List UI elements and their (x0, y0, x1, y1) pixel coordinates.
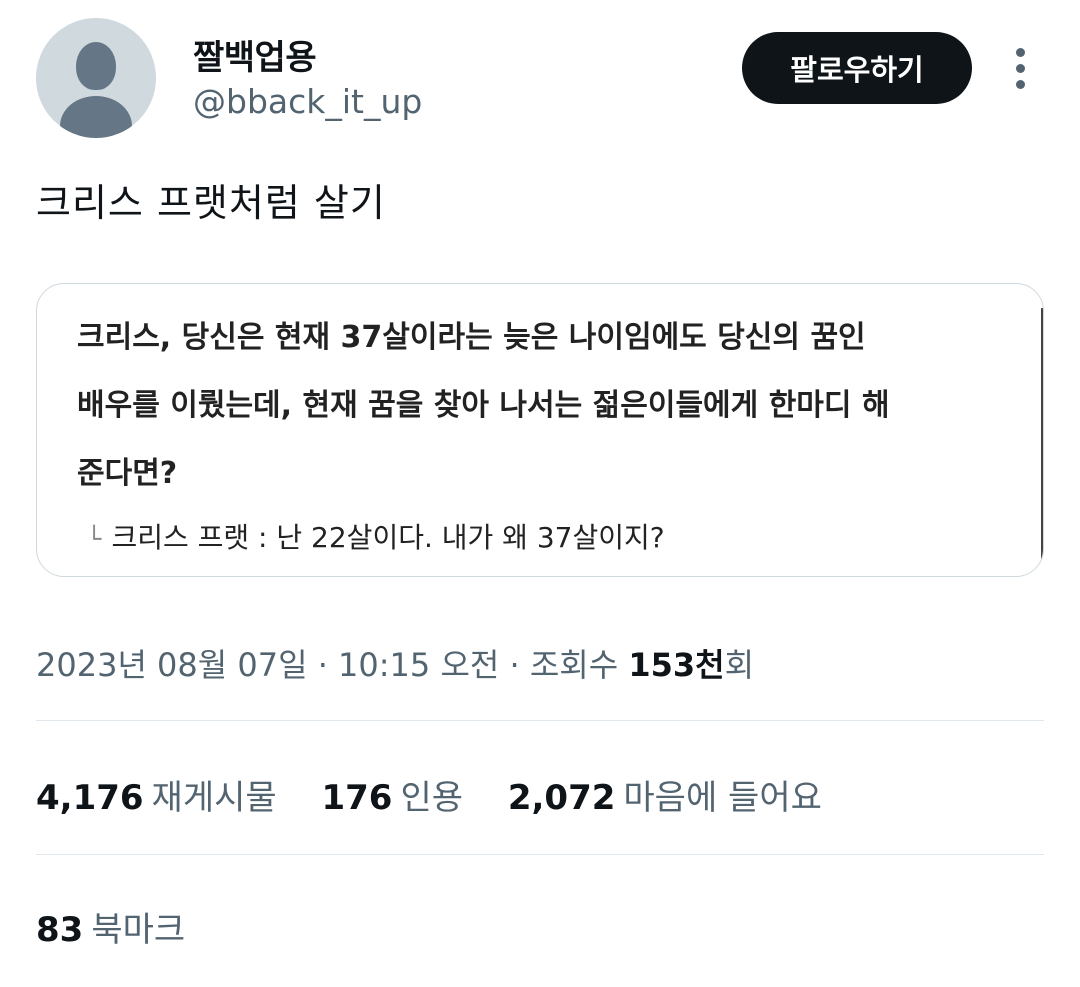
image-reply-text: 크리스 프랫 : 난 22살이다. 내가 왜 37살이지? (111, 521, 665, 554)
quotes-label: 인용 (400, 778, 464, 818)
retweets-stat[interactable]: 4,176 재게시물 (36, 770, 277, 819)
tweet-image[interactable]: 크리스, 당신은 현재 37살이라는 늦은 나이임에도 당신의 꿈인 배우를 이… (36, 283, 1044, 577)
retweets-count: 4,176 (36, 778, 144, 818)
views-count: 153천 (628, 646, 725, 684)
reply-corner-icon: └ (87, 525, 102, 553)
image-text-line: 배우를 이뤘는데, 현재 꿈을 찾아 나서는 젊은이들에게 한마디 해 (77, 388, 890, 423)
user-display-name[interactable]: 짤백업용 (193, 30, 317, 79)
tweet-meta: 2023년 08월 07일 · 10:15 오전 · 조회수 153천회 (36, 640, 754, 686)
dot (1015, 47, 1025, 57)
tweet-text: 크리스 프랫처럼 살기 (36, 181, 386, 225)
bookmarks-label: 북마크 (91, 910, 186, 950)
timestamp[interactable]: 2023년 08월 07일 · 10:15 오전 · 조회수 (36, 646, 628, 684)
engagement-stats: 4,176 재게시물 176 인용 2,072 마음에 들어요 (36, 770, 856, 819)
quotes-count: 176 (321, 778, 393, 818)
dot (1015, 63, 1025, 73)
image-edge-divider (1041, 308, 1043, 564)
likes-label: 마음에 들어요 (623, 778, 822, 818)
more-dots-icon[interactable] (1003, 44, 1037, 92)
likes-count: 2,072 (507, 778, 616, 818)
divider (36, 854, 1044, 855)
likes-stat[interactable]: 2,072 마음에 들어요 (508, 770, 822, 819)
default-avatar-body-icon (60, 96, 132, 138)
default-avatar-head-icon (76, 42, 116, 90)
image-text-line: 크리스, 당신은 현재 37살이라는 늦은 나이임에도 당신의 꿈인 (77, 320, 866, 355)
bookmarks-count: 83 (36, 910, 84, 950)
dot (1015, 79, 1025, 89)
bookmarks-stat[interactable]: 83 북마크 (36, 902, 185, 951)
image-reply-line: └ 크리스 프랫 : 난 22살이다. 내가 왜 37살이지? (87, 516, 665, 556)
image-text-line: 준다면? (77, 456, 178, 491)
user-handle[interactable]: @bback_it_up (193, 82, 422, 121)
follow-button[interactable]: 팔로우하기 (742, 32, 972, 104)
views-unit: 회 (724, 646, 755, 684)
quotes-stat[interactable]: 176 인용 (321, 770, 463, 819)
avatar[interactable] (36, 18, 156, 138)
retweets-label: 재게시물 (151, 778, 277, 818)
tweet-detail: 짤백업용 @bback_it_up 팔로우하기 크리스 프랫처럼 살기 크리스,… (0, 0, 1080, 987)
divider (36, 720, 1044, 721)
